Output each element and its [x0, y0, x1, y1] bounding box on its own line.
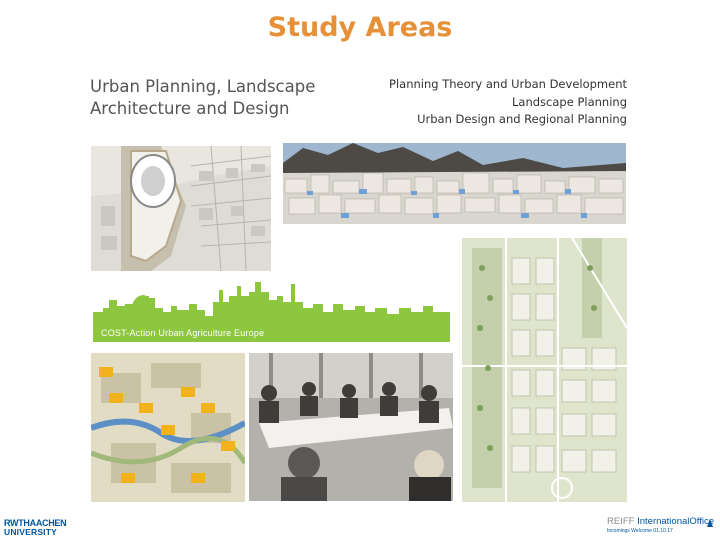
- banner-caption: COST-Action Urban Agriculture Europe: [101, 328, 265, 338]
- map-with-notes-photo: [91, 353, 245, 502]
- page-title: Study Areas: [267, 12, 453, 43]
- international-office-logo: REIFF InternationalOffice Incomings Welc…: [607, 516, 717, 538]
- urban-agriculture-banner: COST-Action Urban Agriculture Europe: [93, 282, 450, 342]
- triangle-icon: [707, 519, 713, 527]
- international-office-name: REIFF InternationalOffice: [607, 516, 717, 527]
- office-subline: Incomings Welcome 01.10.17: [607, 528, 673, 534]
- reiff-text: REIFF: [607, 516, 635, 527]
- city-photo: [283, 143, 626, 224]
- right-subtitle-line: Landscape Planning: [512, 94, 627, 109]
- rwth-logo: RWTHAACHEN UNIVERSITY: [4, 518, 74, 538]
- urban-plan-drawing: [462, 238, 627, 502]
- meeting-photo: [249, 353, 453, 501]
- right-subtitle-line: Planning Theory and Urban Development: [389, 77, 627, 91]
- right-subtitle-line: Urban Design and Regional Planning: [417, 112, 627, 126]
- rwth-logo-line2: UNIVERSITY: [4, 527, 58, 537]
- left-subtitle: Urban Planning, Landscape Architecture a…: [90, 77, 316, 118]
- right-subtitle-list: Planning Theory and Urban Development La…: [365, 76, 627, 129]
- office-text: InternationalOffice: [637, 516, 715, 527]
- stadium-plan-image: [91, 146, 271, 271]
